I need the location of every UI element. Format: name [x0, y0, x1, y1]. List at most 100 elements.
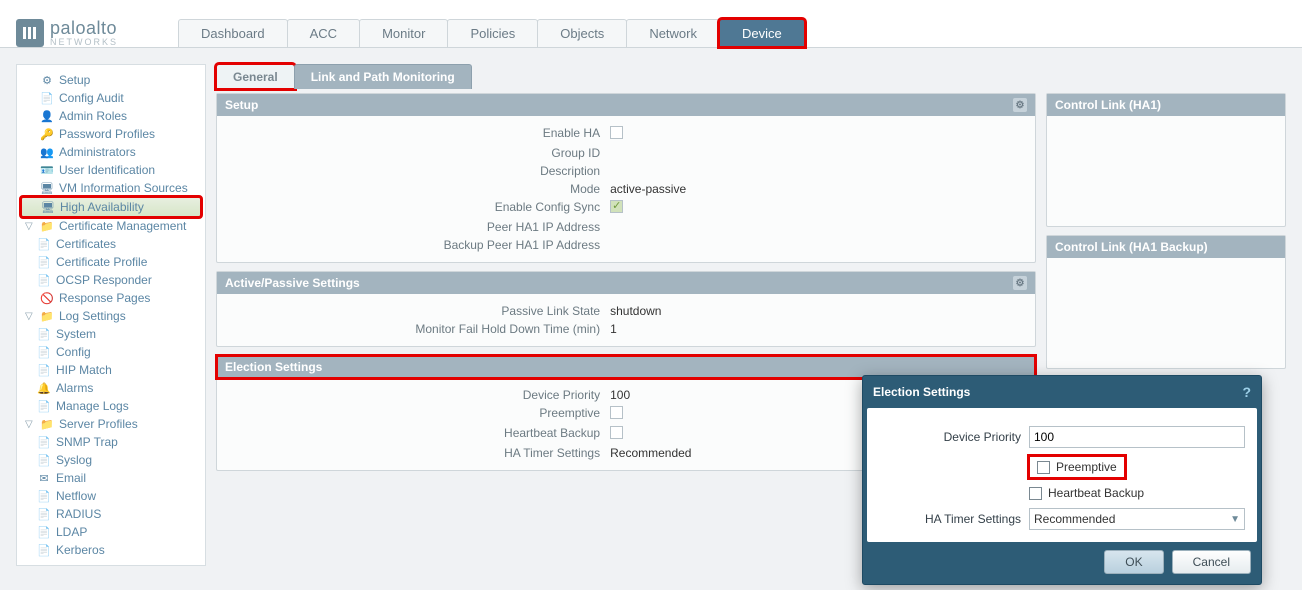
- sidebar-item-label: Kerberos: [56, 543, 105, 557]
- folder-icon: 🖥: [40, 181, 54, 195]
- sidebar-item-label: Alarms: [56, 381, 93, 395]
- tree-toggle-icon[interactable]: ▽: [25, 221, 35, 232]
- sidebar-item-label: Netflow: [56, 489, 96, 503]
- right-panel-header: Control Link (HA1 Backup): [1047, 236, 1285, 258]
- tab-acc[interactable]: ACC: [287, 19, 360, 47]
- tree-toggle-icon[interactable]: ▽: [25, 419, 35, 430]
- help-icon[interactable]: ?: [1242, 384, 1251, 400]
- active-passive-header: Active/Passive Settings ⚙: [217, 272, 1035, 294]
- folder-icon: ✉: [37, 471, 51, 485]
- heartbeat-backup-label: Heartbeat Backup: [1048, 486, 1144, 500]
- cancel-button[interactable]: Cancel: [1172, 550, 1251, 574]
- tab-policies[interactable]: Policies: [447, 19, 538, 47]
- kv-key: Device Priority: [229, 388, 610, 402]
- kv-value: [610, 126, 1023, 142]
- kv-key: Description: [229, 164, 610, 178]
- sidebar-item-manage-logs[interactable]: 📄Manage Logs: [21, 397, 201, 415]
- active-passive-title: Active/Passive Settings: [225, 276, 360, 290]
- right-panel-title: Control Link (HA1 Backup): [1055, 240, 1208, 254]
- brand-mark-icon: [16, 19, 44, 47]
- sidebar-item-kerberos[interactable]: 📄Kerberos: [21, 541, 201, 559]
- sidebar-item-label: Server Profiles: [59, 417, 138, 431]
- sidebar-item-certificate-profile[interactable]: 📄Certificate Profile: [21, 253, 201, 271]
- subtab-link-path-monitoring[interactable]: Link and Path Monitoring: [294, 64, 472, 89]
- gear-icon[interactable]: ⚙: [1013, 276, 1027, 290]
- preemptive-checkbox[interactable]: [1037, 461, 1050, 474]
- sidebar-item-certificates[interactable]: 📄Certificates: [21, 235, 201, 253]
- kv-value: 1: [610, 322, 1023, 336]
- tab-monitor[interactable]: Monitor: [359, 19, 448, 47]
- ha-timer-select[interactable]: Recommended ▼: [1029, 508, 1245, 530]
- sidebar-item-label: Config Audit: [59, 91, 124, 105]
- tree-toggle-icon[interactable]: ▽: [25, 311, 35, 322]
- brand-logo: paloalto NETWORKS: [16, 18, 118, 47]
- device-priority-input[interactable]: [1029, 426, 1245, 448]
- sidebar-item-certificate-management[interactable]: ▽📁Certificate Management: [21, 217, 201, 235]
- ok-button[interactable]: OK: [1104, 550, 1163, 574]
- election-settings-dialog: Election Settings ? Device Priority Pree…: [862, 375, 1262, 585]
- sub-tab-bar: General Link and Path Monitoring: [216, 64, 1286, 89]
- sidebar-item-label: Manage Logs: [56, 399, 129, 413]
- sidebar-item-label: Administrators: [59, 145, 136, 159]
- folder-icon: 👤: [40, 109, 54, 123]
- gear-icon[interactable]: ⚙: [1013, 98, 1027, 112]
- subtab-general[interactable]: General: [216, 64, 295, 89]
- folder-icon: 📄: [37, 507, 51, 521]
- kv-row: Modeactive-passive: [229, 180, 1023, 198]
- sidebar-item-label: Email: [56, 471, 86, 485]
- folder-icon: 🪪: [40, 163, 54, 177]
- folder-icon: 📄: [37, 363, 51, 377]
- sidebar-item-radius[interactable]: 📄RADIUS: [21, 505, 201, 523]
- kv-row: Passive Link Stateshutdown: [229, 302, 1023, 320]
- folder-icon: 📄: [37, 237, 51, 251]
- sidebar-item-password-profiles[interactable]: 🔑 Password Profiles: [21, 125, 201, 143]
- sidebar-item-response-pages[interactable]: 🚫Response Pages: [21, 289, 201, 307]
- kv-key: Heartbeat Backup: [229, 426, 610, 442]
- tab-dashboard[interactable]: Dashboard: [178, 19, 288, 47]
- kv-row: Enable Config Sync: [229, 198, 1023, 218]
- sidebar-item-alarms[interactable]: 🔔Alarms: [21, 379, 201, 397]
- sidebar-item-high-availability[interactable]: 🖥 High Availability: [21, 197, 201, 217]
- tab-network[interactable]: Network: [626, 19, 720, 47]
- sidebar-item-ldap[interactable]: 📄LDAP: [21, 523, 201, 541]
- sidebar-item-label: Password Profiles: [59, 127, 155, 141]
- sidebar-item-admin-roles[interactable]: 👤Admin Roles: [21, 107, 201, 125]
- sidebar-item-netflow[interactable]: 📄Netflow: [21, 487, 201, 505]
- tab-device[interactable]: Device: [719, 19, 805, 47]
- kv-value: [610, 200, 1023, 216]
- sidebar-item-vm-information-sources[interactable]: 🖥VM Information Sources: [21, 179, 201, 197]
- sidebar-item-user-identification[interactable]: 🪪User Identification: [21, 161, 201, 179]
- folder-icon: 📄: [37, 273, 51, 287]
- folder-icon: 🔑: [40, 127, 54, 141]
- sidebar-item-label: OCSP Responder: [56, 273, 152, 287]
- checkbox-icon: [610, 426, 623, 439]
- sidebar-item-syslog[interactable]: 📄Syslog: [21, 451, 201, 469]
- sidebar-item-log-settings[interactable]: ▽📁Log Settings: [21, 307, 201, 325]
- sidebar-item-system[interactable]: 📄System: [21, 325, 201, 343]
- sidebar-item-server-profiles[interactable]: ▽📁Server Profiles: [21, 415, 201, 433]
- sidebar-item-administrators[interactable]: 👥Administrators: [21, 143, 201, 161]
- folder-icon: 🚫: [40, 291, 54, 305]
- sidebar-item-setup[interactable]: ⚙Setup: [21, 71, 201, 89]
- heartbeat-backup-checkbox[interactable]: [1029, 487, 1042, 500]
- ha-timer-label: HA Timer Settings: [879, 512, 1029, 526]
- sidebar-item-config[interactable]: 📄Config: [21, 343, 201, 361]
- folder-icon: ⚙: [40, 73, 54, 87]
- ha-timer-value: Recommended: [1034, 512, 1115, 526]
- election-panel-title: Election Settings: [225, 360, 322, 374]
- tab-objects[interactable]: Objects: [537, 19, 627, 47]
- sidebar-item-email[interactable]: ✉ Email: [21, 469, 201, 487]
- kv-row: Peer HA1 IP Address: [229, 218, 1023, 236]
- kv-row: Enable HA: [229, 124, 1023, 144]
- sidebar-item-ocsp-responder[interactable]: 📄 OCSP Responder: [21, 271, 201, 289]
- right-panel-header: Control Link (HA1): [1047, 94, 1285, 116]
- chevron-down-icon: ▼: [1230, 514, 1240, 525]
- kv-value: [610, 164, 1023, 178]
- sidebar-item-snmp-trap[interactable]: 📄SNMP Trap: [21, 433, 201, 451]
- sidebar-item-label: High Availability: [60, 200, 144, 214]
- kv-key: Group ID: [229, 146, 610, 160]
- sidebar-item-config-audit[interactable]: 📄Config Audit: [21, 89, 201, 107]
- sidebar-item-hip-match[interactable]: 📄HIP Match: [21, 361, 201, 379]
- kv-key: Passive Link State: [229, 304, 610, 318]
- folder-icon: 🖥: [41, 200, 55, 214]
